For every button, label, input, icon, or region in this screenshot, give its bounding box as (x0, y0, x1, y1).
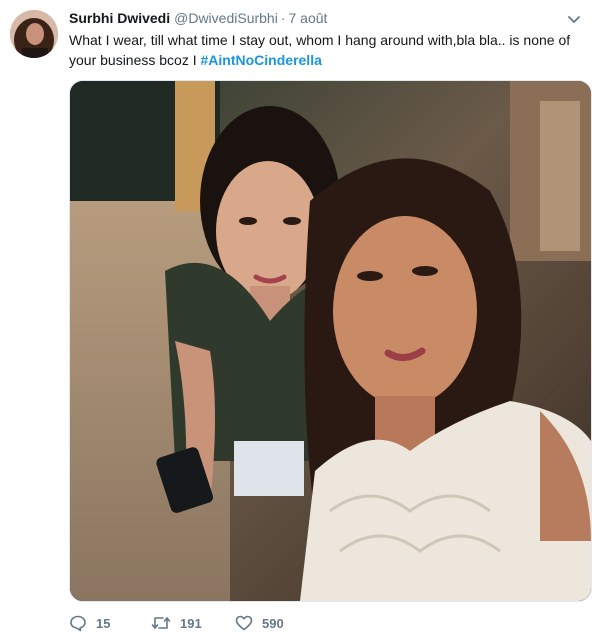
chevron-down-icon[interactable] (568, 12, 580, 23)
hashtag-link[interactable]: #AintNoCinderella (201, 52, 322, 68)
reply-button[interactable]: 15 (69, 612, 110, 634)
like-count: 590 (262, 615, 284, 631)
retweet-button[interactable]: 191 (151, 612, 202, 634)
tweet-date[interactable]: 7 août (289, 10, 328, 26)
tweet-actions: 15 191 590 (69, 612, 582, 636)
tweet-text: What I wear, till what time I stay out, … (69, 30, 585, 70)
avatar[interactable] (10, 10, 58, 58)
tweet-photo[interactable] (69, 80, 592, 602)
like-button[interactable]: 590 (235, 612, 284, 634)
reply-count: 15 (96, 615, 111, 631)
retweet-icon (151, 617, 171, 629)
separator-dot: · (280, 10, 286, 26)
reply-icon (70, 615, 86, 632)
tweet-card: Surbhi Dwivedi @DwivediSurbhi · 7 août What… (0, 0, 592, 640)
tweet-header: Surbhi Dwivedi @DwivediSurbhi · 7 août (69, 9, 582, 29)
heart-icon (235, 615, 253, 631)
author-name[interactable]: Surbhi Dwivedi (69, 10, 170, 26)
retweet-count: 191 (180, 615, 202, 631)
author-handle[interactable]: @DwivediSurbhi (174, 10, 278, 26)
